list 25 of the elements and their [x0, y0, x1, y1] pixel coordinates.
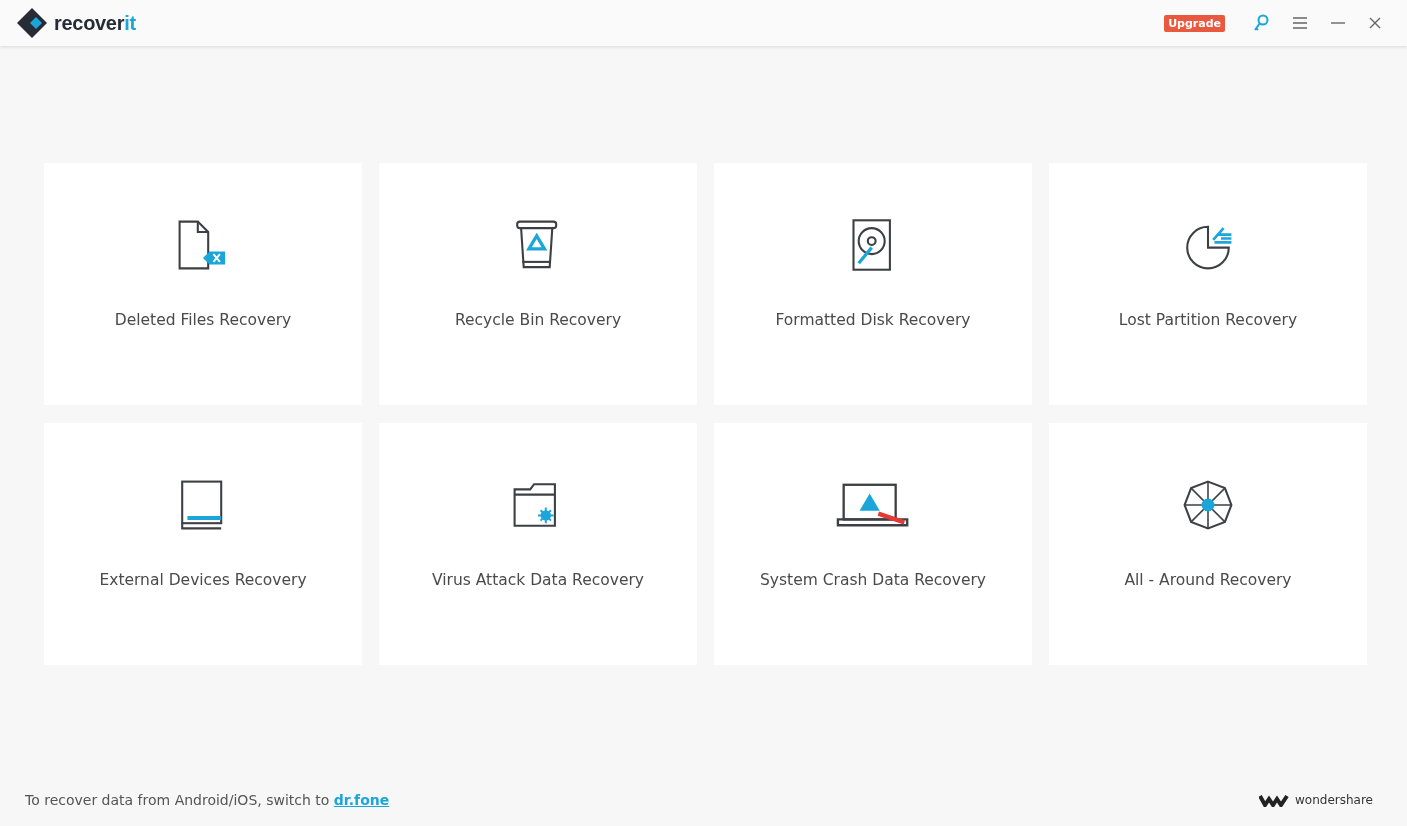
card-title: Formatted Disk Recovery — [775, 311, 971, 329]
recovery-card[interactable]: System Crash Data Recovery — [714, 423, 1032, 665]
card-title: Recycle Bin Recovery — [454, 311, 622, 329]
recovery-card[interactable]: Lost Partition Recovery — [1049, 163, 1367, 405]
card-title: System Crash Data Recovery — [759, 571, 987, 589]
card-title: External Devices Recovery — [99, 571, 307, 589]
card-title: Virus Attack Data Recovery — [432, 571, 644, 589]
logo-icon — [16, 7, 48, 39]
footer-text: To recover data from Android/iOS, switch to dr.fone — [25, 792, 391, 808]
brand-logo-icon — [1259, 793, 1290, 807]
recovery-card[interactable]: Formatted Disk Recovery — [714, 163, 1032, 405]
card-title: All - Around Recovery — [1124, 571, 1292, 589]
recovery-card[interactable]: Virus Attack Data Recovery — [379, 423, 697, 665]
menu-icon[interactable] — [1293, 17, 1307, 29]
recovery-card[interactable]: Deleted Files Recovery — [44, 163, 362, 405]
app-name: recoverit — [54, 11, 136, 35]
key-icon[interactable] — [1253, 14, 1269, 32]
recovery-card[interactable]: External Devices Recovery — [44, 423, 362, 665]
recovery-card[interactable]: All - Around Recovery — [1049, 423, 1367, 665]
card-title: Lost Partition Recovery — [1118, 311, 1298, 329]
close-icon[interactable] — [1369, 17, 1381, 29]
card-title: Deleted Files Recovery — [114, 311, 292, 329]
recovery-card[interactable]: Recycle Bin Recovery — [379, 163, 697, 405]
upgrade-button[interactable]: Upgrade — [1164, 14, 1225, 32]
brand-name: wondershare — [1295, 793, 1373, 807]
